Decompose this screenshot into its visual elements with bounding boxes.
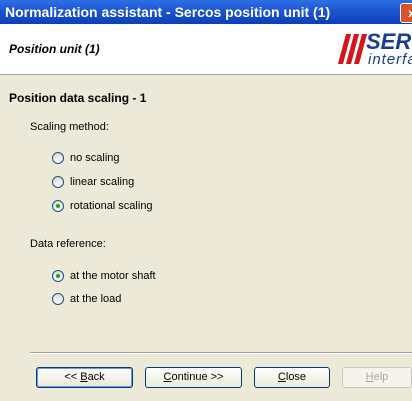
back-button[interactable]: << Back bbox=[36, 367, 133, 388]
radio-button-icon[interactable] bbox=[52, 152, 64, 164]
section-title: Position data scaling - 1 bbox=[9, 91, 147, 105]
radio-label: rotational scaling bbox=[70, 200, 153, 212]
radio-at-the-load[interactable]: at the load bbox=[52, 291, 121, 307]
sercos-logo-icon bbox=[337, 34, 368, 64]
radio-button-selected-icon[interactable] bbox=[52, 270, 64, 282]
continue-button[interactable]: Continue >> bbox=[145, 367, 242, 388]
radio-linear-scaling[interactable]: linear scaling bbox=[52, 174, 134, 190]
close-icon: x bbox=[408, 6, 412, 20]
close-window-button[interactable]: x bbox=[400, 3, 412, 23]
back-button-label: ack bbox=[87, 371, 105, 383]
title-bar[interactable]: Normalization assistant - Sercos positio… bbox=[0, 0, 412, 24]
back-button-mnemonic: B bbox=[80, 371, 88, 383]
close-button[interactable]: Close bbox=[254, 367, 330, 388]
radio-motor-shaft[interactable]: at the motor shaft bbox=[52, 268, 156, 284]
normalization-assistant-window: Normalization assistant - Sercos positio… bbox=[0, 0, 412, 401]
help-button-label: elp bbox=[373, 371, 389, 383]
radio-button-icon[interactable] bbox=[52, 176, 64, 188]
logo-subtext: interfac bbox=[368, 51, 412, 68]
radio-label: at the motor shaft bbox=[70, 270, 156, 282]
radio-label: at the load bbox=[70, 293, 122, 305]
wizard-header: Position unit (1) SERCO interfac bbox=[0, 24, 412, 75]
help-button-mnemonic: H bbox=[365, 371, 374, 383]
radio-label: linear scaling bbox=[70, 176, 135, 188]
close-button-mnemonic: C bbox=[277, 371, 286, 383]
scaling-method-label: Scaling method: bbox=[30, 121, 109, 133]
page-subtitle: Position unit (1) bbox=[9, 42, 100, 56]
back-button-prefix: << bbox=[64, 371, 81, 383]
radio-label: no scaling bbox=[70, 152, 120, 164]
radio-rotational-scaling[interactable]: rotational scaling bbox=[52, 198, 153, 214]
footer-divider-highlight bbox=[30, 353, 412, 354]
close-button-label: lose bbox=[285, 371, 307, 383]
radio-button-selected-icon[interactable] bbox=[52, 200, 64, 212]
radio-button-icon[interactable] bbox=[52, 293, 64, 305]
help-button[interactable]: Help bbox=[342, 367, 412, 388]
radio-no-scaling[interactable]: no scaling bbox=[52, 150, 120, 166]
window-title: Normalization assistant - Sercos positio… bbox=[5, 4, 331, 20]
data-reference-label: Data reference: bbox=[30, 238, 106, 250]
continue-button-label: ontinue >> bbox=[171, 371, 224, 383]
sercos-logo: SERCO interfac bbox=[337, 29, 412, 70]
